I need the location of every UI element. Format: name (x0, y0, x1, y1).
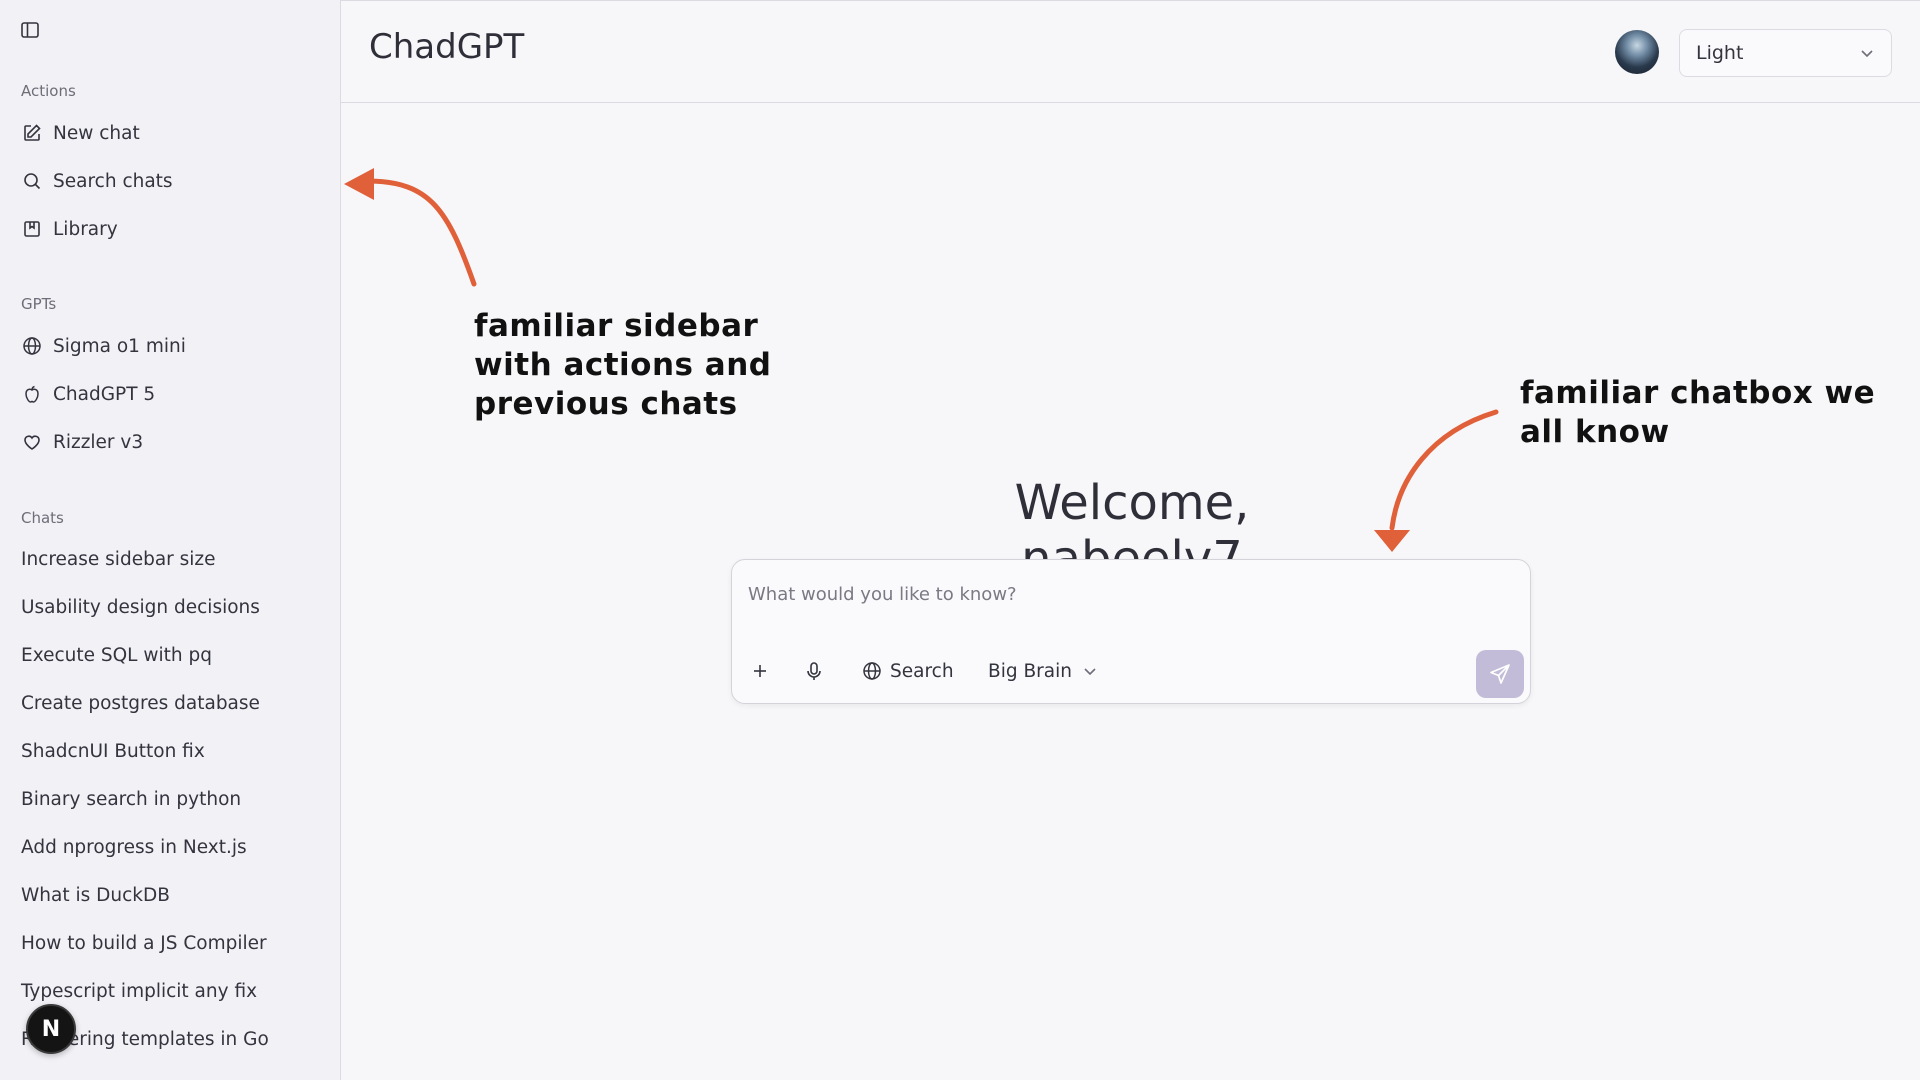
gpt-rizzler-v3[interactable]: Rizzler v3 (21, 427, 143, 457)
chatbox-annotation-arrow (1374, 409, 1499, 552)
annotation-line: previous chats (474, 386, 738, 422)
avatar[interactable] (1615, 30, 1659, 74)
gpt-chadgpt-5[interactable]: ChadGPT 5 (21, 379, 155, 409)
gpt-label: Rizzler v3 (53, 431, 144, 453)
annotation-line: familiar chatbox we (1520, 375, 1876, 411)
chat-history-item[interactable]: Create postgres database (21, 688, 260, 718)
model-select-value: Big Brain (988, 660, 1072, 682)
voice-input-button[interactable] (802, 656, 826, 686)
theme-select-value: Light (1696, 42, 1744, 64)
chevron-down-icon (1859, 45, 1875, 61)
heart-icon (21, 431, 43, 453)
top-header: ChadGPT Light (341, 0, 1920, 103)
send-button[interactable] (1476, 650, 1524, 698)
chat-history-item[interactable]: Usability design decisions (21, 592, 260, 622)
chat-history-item[interactable]: Typescript implicit any fix (21, 976, 257, 1006)
gpt-sigma-o1-mini[interactable]: Sigma o1 mini (21, 331, 186, 361)
globe-icon (21, 335, 43, 357)
chat-composer: Search Big Brain (731, 559, 1531, 704)
send-icon (1490, 664, 1510, 684)
sidebar: Actions New chat Search chats Library GP… (0, 0, 341, 1080)
chat-history-item[interactable]: Add nprogress in Next.js (21, 832, 247, 862)
gpt-label: ChadGPT 5 (53, 383, 156, 405)
app-title: ChadGPT (369, 27, 525, 67)
search-chats-label: Search chats (53, 170, 173, 192)
chat-history-item[interactable]: Increase sidebar size (21, 544, 216, 574)
edit-icon (21, 122, 43, 144)
attach-button[interactable] (748, 656, 772, 686)
user-initial-avatar[interactable]: N (26, 1004, 76, 1054)
chats-section-label: Chats (21, 509, 64, 527)
search-toggle-label: Search (890, 660, 954, 682)
theme-select[interactable]: Light (1679, 29, 1892, 77)
search-icon (21, 170, 43, 192)
new-chat-label: New chat (53, 122, 140, 144)
annotation-line: familiar sidebar (474, 308, 759, 344)
new-chat-button[interactable]: New chat (21, 118, 140, 148)
chat-history-item[interactable]: ShadcnUI Button fix (21, 736, 205, 766)
search-toggle-button[interactable]: Search (860, 656, 954, 686)
library-button[interactable]: Library (21, 214, 118, 244)
sidebar-toggle-icon (21, 22, 39, 38)
annotation-line: all know (1520, 414, 1670, 450)
chat-history-item[interactable]: What is DuckDB (21, 880, 170, 910)
chat-history-item[interactable]: Binary search in python (21, 784, 241, 814)
chat-input[interactable] (748, 574, 1508, 614)
microphone-icon (802, 659, 826, 683)
chat-history-item[interactable]: Execute SQL with pq (21, 640, 212, 670)
chevron-down-icon (1078, 659, 1102, 683)
library-icon (21, 218, 43, 240)
search-chats-button[interactable]: Search chats (21, 166, 173, 196)
library-label: Library (53, 218, 118, 240)
apple-icon (21, 383, 43, 405)
gpt-label: Sigma o1 mini (53, 335, 186, 357)
chat-history-item[interactable]: How to build a JS Compiler (21, 928, 267, 958)
sidebar-toggle-button[interactable] (18, 18, 42, 42)
annotation-line: with actions and (474, 347, 772, 383)
model-select[interactable]: Big Brain (988, 656, 1102, 686)
actions-section-label: Actions (21, 82, 76, 100)
gpts-section-label: GPTs (21, 295, 57, 313)
chatbox-annotation-text: familiar chatbox we all know (1520, 374, 1875, 452)
plus-icon (748, 659, 772, 683)
sidebar-annotation-text: familiar sidebar with actions and previo… (474, 307, 771, 424)
globe-icon (860, 659, 884, 683)
